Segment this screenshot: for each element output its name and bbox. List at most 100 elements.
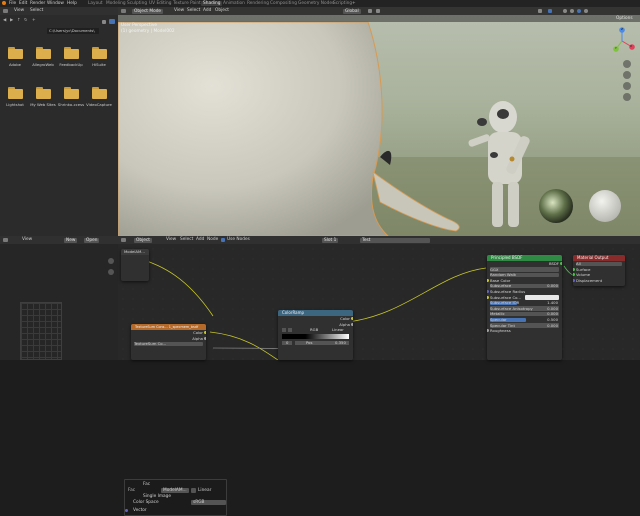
- popup-item-single-image[interactable]: Single Image: [143, 494, 171, 499]
- image-texture-node[interactable]: ModelAM...: [121, 249, 149, 281]
- editor-type-icon[interactable]: [121, 238, 126, 242]
- folder-icon[interactable]: [92, 47, 107, 59]
- menu-view[interactable]: View: [14, 8, 24, 13]
- perspective-toggle-icon[interactable]: [623, 93, 631, 101]
- folder-label[interactable]: Shrinko-ccess: [56, 103, 86, 107]
- input-socket[interactable]: [573, 267, 575, 271]
- shading-material-icon[interactable]: [577, 9, 581, 13]
- principled-bsdf-node[interactable]: Principled BSDF BSDF GGX Random Walk Bas…: [487, 255, 562, 360]
- popup-source-value[interactable]: Linear: [198, 488, 211, 493]
- tab-rendering[interactable]: Rendering: [247, 1, 269, 6]
- menu-file[interactable]: File: [9, 1, 16, 6]
- output-socket[interactable]: [204, 336, 206, 340]
- subsurface-color-swatch[interactable]: [525, 295, 559, 300]
- output-socket[interactable]: [560, 262, 562, 266]
- zoom-icon[interactable]: [623, 60, 631, 68]
- popup-item-vector[interactable]: Vector: [133, 508, 147, 513]
- input-socket[interactable]: [487, 279, 489, 283]
- popup-item-fac[interactable]: Fac: [128, 488, 135, 493]
- interpolation-select[interactable]: Linear: [332, 328, 344, 332]
- filter-icon[interactable]: [109, 19, 115, 24]
- folder-icon[interactable]: [8, 87, 23, 99]
- slot-select[interactable]: Slot 1: [322, 237, 339, 243]
- menu-view[interactable]: View: [166, 237, 176, 242]
- input-socket[interactable]: [487, 329, 489, 333]
- visibility-icon[interactable]: [538, 9, 542, 13]
- material-select[interactable]: Test: [360, 237, 430, 243]
- menu-view[interactable]: View: [22, 237, 32, 242]
- target-select[interactable]: [576, 261, 622, 266]
- tab-uv-editing[interactable]: UV Editing: [149, 1, 171, 6]
- tab-scripting[interactable]: Scripting: [333, 1, 352, 6]
- open-image-button[interactable]: Open: [84, 237, 100, 243]
- folder-label[interactable]: FeedbackUp: [56, 63, 86, 67]
- input-socket[interactable]: [573, 279, 575, 283]
- camera-view-icon[interactable]: [623, 82, 631, 90]
- folder-label[interactable]: AllegroWeb: [28, 63, 58, 67]
- display-mode-icon[interactable]: [102, 20, 106, 24]
- back-icon[interactable]: ◀: [3, 18, 6, 23]
- input-socket[interactable]: [125, 509, 128, 512]
- menu-render[interactable]: Render: [30, 1, 45, 6]
- color-mode-select[interactable]: RGB: [310, 328, 318, 332]
- browse-image-icon[interactable]: [191, 488, 196, 493]
- pan-icon[interactable]: [108, 269, 114, 275]
- menu-view[interactable]: View: [174, 8, 184, 13]
- menu-select[interactable]: Select: [30, 8, 43, 13]
- output-socket[interactable]: [351, 322, 353, 326]
- mode-select[interactable]: Object Mode: [132, 8, 164, 14]
- output-socket[interactable]: [351, 317, 353, 321]
- material-output-node[interactable]: Material Output All Surface Volume Displ…: [573, 255, 625, 286]
- folder-label[interactable]: Adobe: [0, 63, 30, 67]
- tab-modeling[interactable]: Modeling: [106, 1, 126, 6]
- folder-label[interactable]: HiSuite: [84, 63, 114, 67]
- input-socket[interactable]: [573, 273, 575, 277]
- add-workspace-icon[interactable]: +: [352, 1, 356, 6]
- color-ramp-gradient[interactable]: [282, 333, 349, 339]
- folder-label[interactable]: Lightshot: [0, 103, 30, 107]
- menu-help[interactable]: Help: [67, 1, 77, 6]
- folder-icon[interactable]: [92, 87, 107, 99]
- tab-sculpting[interactable]: Sculpting: [127, 1, 147, 6]
- forward-icon[interactable]: ▶: [10, 18, 13, 23]
- menu-edit[interactable]: Edit: [19, 1, 27, 6]
- new-image-button[interactable]: New: [64, 237, 78, 243]
- new-folder-icon[interactable]: +: [32, 18, 36, 23]
- shading-solid-icon[interactable]: [570, 9, 574, 13]
- folder-icon[interactable]: [36, 47, 51, 59]
- use-nodes-checkbox[interactable]: [221, 238, 225, 242]
- tab-layout[interactable]: Layout: [88, 1, 103, 6]
- blender-logo-icon[interactable]: [2, 1, 6, 5]
- 3d-viewport[interactable]: Object Mode View Select Add Object Globa…: [118, 7, 640, 236]
- folder-icon[interactable]: [36, 87, 51, 99]
- zoom-icon[interactable]: [108, 258, 114, 264]
- pan-icon[interactable]: [623, 71, 631, 79]
- orientation-select[interactable]: Global: [343, 8, 361, 14]
- node-dropdown-popup[interactable]: Fac ModelAM... Linear Fac Single Image C…: [124, 479, 227, 516]
- add-stop-icon[interactable]: [282, 328, 286, 332]
- options-button[interactable]: Options: [616, 16, 633, 21]
- remove-stop-icon[interactable]: [288, 328, 292, 332]
- menu-node[interactable]: Node: [207, 237, 218, 242]
- tab-animation[interactable]: Animation: [223, 1, 245, 6]
- tab-shading[interactable]: Shading: [201, 1, 223, 6]
- path-input[interactable]: C:\Users\yc\Documents\: [47, 28, 99, 34]
- editor-type-icon[interactable]: [3, 9, 8, 13]
- snap-icon[interactable]: [376, 9, 380, 13]
- image-editor[interactable]: [0, 244, 118, 360]
- parent-dir-icon[interactable]: ↑: [17, 18, 21, 23]
- folder-icon[interactable]: [64, 87, 79, 99]
- refresh-icon[interactable]: ↻: [24, 18, 28, 23]
- tab-geometry-nodes[interactable]: Geometry Nodes: [298, 1, 334, 6]
- overlay-icon[interactable]: [548, 9, 552, 13]
- folder-icon[interactable]: [8, 47, 23, 59]
- folder-icon[interactable]: [64, 47, 79, 59]
- editor-type-icon[interactable]: [3, 238, 8, 242]
- shader-type-select[interactable]: Object: [134, 237, 152, 243]
- pivot-icon[interactable]: [368, 9, 372, 13]
- image-texture-node[interactable]: TextureSum Cons... 1_specmem_bsdf Color …: [131, 324, 206, 360]
- menu-add[interactable]: Add: [196, 237, 204, 242]
- editor-type-icon[interactable]: [121, 9, 126, 13]
- tab-compositing[interactable]: Compositing: [270, 1, 297, 6]
- menu-select[interactable]: Select: [187, 8, 200, 13]
